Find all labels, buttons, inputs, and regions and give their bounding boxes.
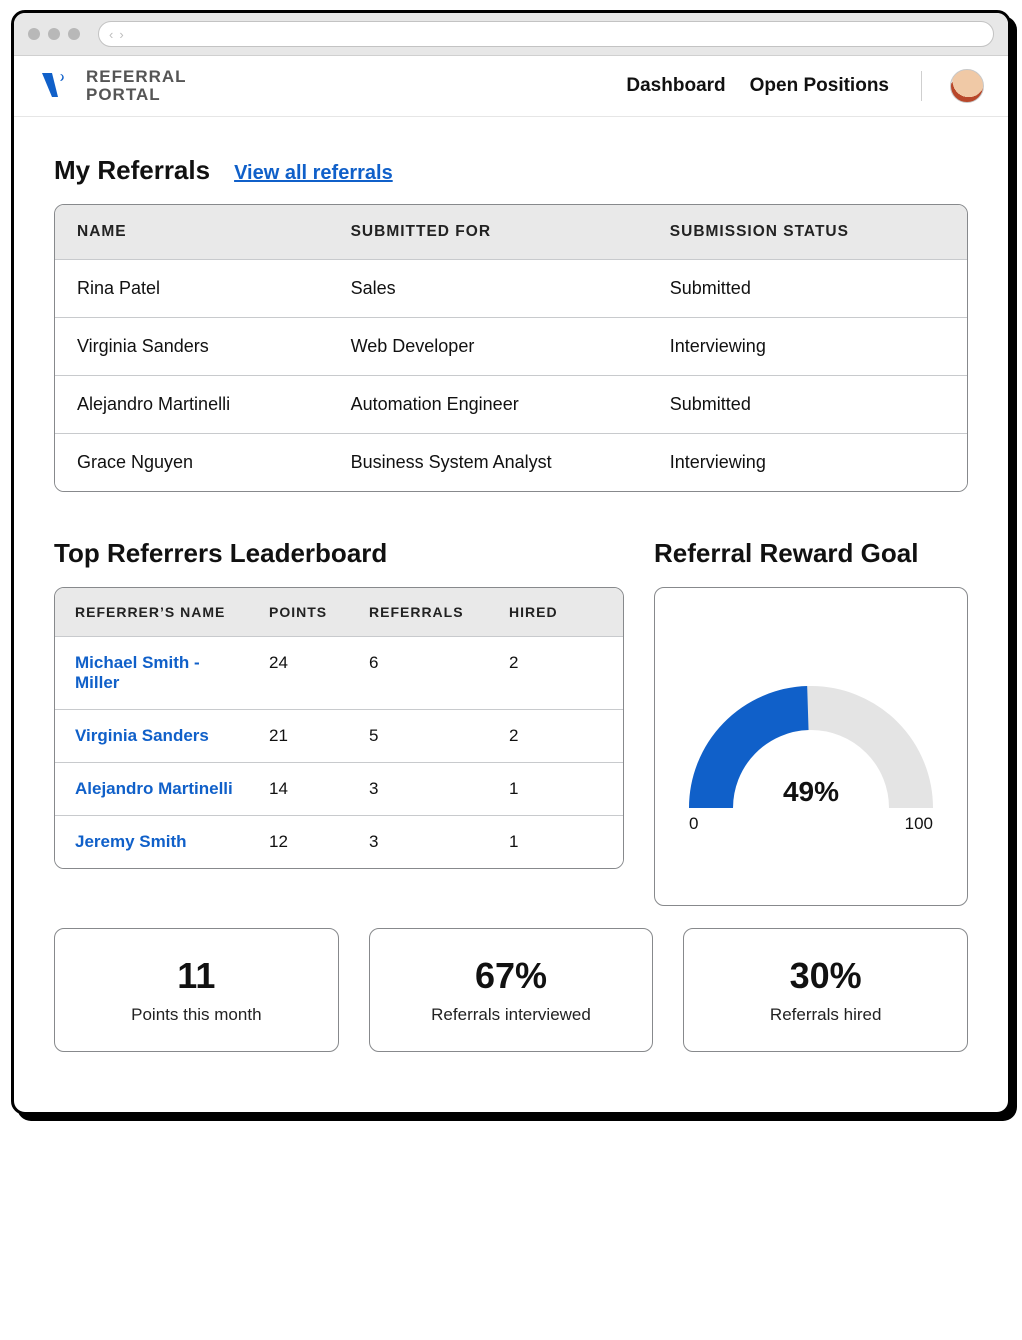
goal-card: 49% 0 100 bbox=[654, 587, 968, 906]
col-header-name: NAME bbox=[55, 205, 329, 259]
table-row: Virginia Sanders Web Developer Interview… bbox=[55, 317, 967, 375]
stat-value: 30% bbox=[790, 955, 862, 997]
avatar[interactable] bbox=[950, 69, 984, 103]
nav-separator bbox=[921, 71, 922, 101]
stat-value: 11 bbox=[177, 955, 215, 997]
table-row: Michael Smith - Miller 24 6 2 bbox=[55, 636, 623, 709]
cell-submitted-for: Web Developer bbox=[329, 318, 648, 375]
cell-hired: 1 bbox=[495, 816, 605, 868]
browser-chrome: ‹ › bbox=[14, 13, 1008, 56]
cell-referrals: 5 bbox=[355, 710, 495, 762]
stat-label: Points this month bbox=[131, 1005, 261, 1025]
nav-back-icon: ‹ bbox=[109, 27, 113, 42]
nav-forward-icon: › bbox=[119, 27, 123, 42]
cell-referrals: 3 bbox=[355, 816, 495, 868]
col-header-points: POINTS bbox=[255, 588, 355, 636]
gauge-percent: 49% bbox=[681, 776, 941, 808]
logo-icon bbox=[38, 69, 72, 103]
brand-line-1: REFERRAL bbox=[86, 68, 187, 86]
my-referrals-header: NAME SUBMITTED FOR SUBMISSION STATUS bbox=[55, 205, 967, 259]
table-row: Alejandro Martinelli Automation Engineer… bbox=[55, 375, 967, 433]
section-title-leaderboard: Top Referrers Leaderboard bbox=[54, 538, 624, 569]
cell-submitted-for: Sales bbox=[329, 260, 648, 317]
cell-status: Submitted bbox=[648, 260, 967, 317]
cell-hired: 2 bbox=[495, 637, 605, 709]
stat-value: 67% bbox=[475, 955, 547, 997]
stats-row: 11 Points this month 67% Referrals inter… bbox=[54, 928, 968, 1052]
table-row: Virginia Sanders 21 5 2 bbox=[55, 709, 623, 762]
leaderboard-header: REFERRER’S NAME POINTS REFERRALS HIRED bbox=[55, 588, 623, 636]
table-row: Jeremy Smith 12 3 1 bbox=[55, 815, 623, 868]
brand-text: REFERRAL PORTAL bbox=[86, 68, 187, 104]
referrer-link[interactable]: Michael Smith - Miller bbox=[75, 653, 200, 692]
referrer-link[interactable]: Jeremy Smith bbox=[75, 832, 187, 851]
view-all-referrals-link[interactable]: View all referrals bbox=[234, 162, 393, 185]
app-window: ‹ › REFERRAL PORTAL Dashboard Open Posit… bbox=[11, 10, 1011, 1115]
cell-status: Submitted bbox=[648, 376, 967, 433]
top-bar: REFERRAL PORTAL Dashboard Open Positions bbox=[14, 56, 1008, 117]
col-header-referrer-name: REFERRER’S NAME bbox=[55, 588, 255, 636]
cell-hired: 2 bbox=[495, 710, 605, 762]
cell-submitted-for: Business System Analyst bbox=[329, 434, 648, 491]
cell-referrals: 6 bbox=[355, 637, 495, 709]
window-dot bbox=[28, 28, 40, 40]
cell-points: 14 bbox=[255, 763, 355, 815]
cell-name: Virginia Sanders bbox=[55, 318, 329, 375]
table-row: Alejandro Martinelli 14 3 1 bbox=[55, 762, 623, 815]
my-referrals-table: NAME SUBMITTED FOR SUBMISSION STATUS Rin… bbox=[54, 204, 968, 492]
stat-card-points: 11 Points this month bbox=[54, 928, 339, 1052]
nav-dashboard[interactable]: Dashboard bbox=[626, 75, 725, 97]
leaderboard-table: REFERRER’S NAME POINTS REFERRALS HIRED M… bbox=[54, 587, 624, 869]
cell-referrals: 3 bbox=[355, 763, 495, 815]
section-title-goal: Referral Reward Goal bbox=[654, 538, 968, 569]
table-row: Rina Patel Sales Submitted bbox=[55, 259, 967, 317]
cell-status: Interviewing bbox=[648, 318, 967, 375]
cell-points: 24 bbox=[255, 637, 355, 709]
col-header-status: SUBMISSION STATUS bbox=[648, 205, 967, 259]
nav-open-positions[interactable]: Open Positions bbox=[750, 75, 889, 97]
gauge: 49% bbox=[681, 658, 941, 818]
brand: REFERRAL PORTAL bbox=[38, 68, 187, 104]
stat-label: Referrals hired bbox=[770, 1005, 882, 1025]
cell-name: Rina Patel bbox=[55, 260, 329, 317]
cell-hired: 1 bbox=[495, 763, 605, 815]
cell-status: Interviewing bbox=[648, 434, 967, 491]
stat-card-hired: 30% Referrals hired bbox=[683, 928, 968, 1052]
page-content: My Referrals View all referrals NAME SUB… bbox=[14, 117, 1008, 1112]
brand-line-2: PORTAL bbox=[86, 86, 187, 104]
cell-points: 21 bbox=[255, 710, 355, 762]
url-bar[interactable]: ‹ › bbox=[98, 21, 994, 47]
cell-points: 12 bbox=[255, 816, 355, 868]
window-dot bbox=[68, 28, 80, 40]
cell-name: Grace Nguyen bbox=[55, 434, 329, 491]
section-title-my-referrals: My Referrals bbox=[54, 155, 210, 186]
cell-name: Alejandro Martinelli bbox=[55, 376, 329, 433]
cell-submitted-for: Automation Engineer bbox=[329, 376, 648, 433]
table-row: Grace Nguyen Business System Analyst Int… bbox=[55, 433, 967, 491]
referrer-link[interactable]: Alejandro Martinelli bbox=[75, 779, 233, 798]
stat-card-interviewed: 67% Referrals interviewed bbox=[369, 928, 654, 1052]
referrer-link[interactable]: Virginia Sanders bbox=[75, 726, 209, 745]
col-header-referrals: REFERRALS bbox=[355, 588, 495, 636]
stat-label: Referrals interviewed bbox=[431, 1005, 591, 1025]
col-header-hired: HIRED bbox=[495, 588, 605, 636]
top-nav: Dashboard Open Positions bbox=[626, 69, 984, 103]
col-header-submitted-for: SUBMITTED FOR bbox=[329, 205, 648, 259]
window-dot bbox=[48, 28, 60, 40]
